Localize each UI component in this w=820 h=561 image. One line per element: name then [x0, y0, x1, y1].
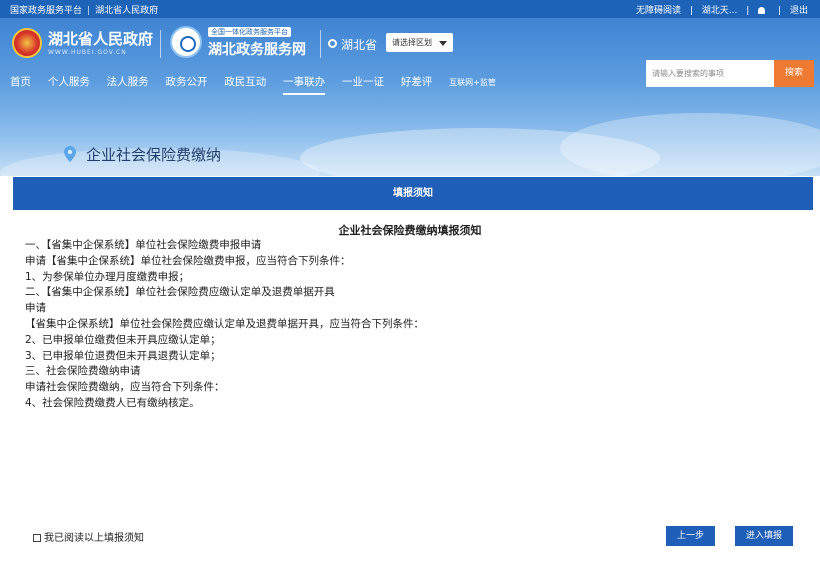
nav-item-home[interactable]: 首页 — [10, 74, 31, 93]
notice-line: 4、社会保险费缴费人已有缴纳核定。 — [25, 396, 200, 409]
gov-domain: WWW.HUBEI.GOV.CN — [48, 49, 127, 56]
nav-item-supervision[interactable]: 互联网+监管 — [449, 77, 496, 92]
nav-item-interaction[interactable]: 政民互动 — [224, 74, 266, 93]
prev-step-button[interactable]: 上一步 — [666, 526, 715, 546]
service-tag: 全国一体化政务服务平台 — [208, 27, 291, 37]
divider — [320, 30, 321, 58]
logout-link[interactable]: 退出 — [790, 6, 808, 16]
notification-bell-icon[interactable] — [758, 6, 769, 16]
separator: | — [87, 6, 91, 16]
national-platform-link[interactable]: 国家政务服务平台 — [10, 6, 82, 16]
notice-body: 一、【省集中企保系统】单位社会保险缴费申报申请 申请【省集中企保系统】单位社会保… — [25, 238, 805, 412]
top-links: 国家政务服务平台 | 湖北省人民政府 — [10, 3, 158, 16]
top-user-links: 无障碍阅读 | 湖北天... | | 退出 — [630, 3, 808, 16]
separator: | — [689, 6, 693, 16]
nav-item-one-thing[interactable]: 一事联办 — [283, 74, 326, 95]
notice-line: 3、已申报单位退费但未开具退费认定单； — [25, 349, 221, 362]
nav-item-one-license[interactable]: 一业一证 — [342, 74, 384, 93]
notice-line: 2、已申报单位缴费但未开具应缴认定单； — [25, 333, 221, 346]
notice-line: 三、社会保险费缴纳申请 — [25, 365, 141, 378]
notice-line: 申请 — [25, 302, 46, 315]
service-logo-icon[interactable] — [170, 26, 202, 58]
gov-title[interactable]: 湖北省人民政府 — [48, 28, 153, 49]
nav-item-gov-open[interactable]: 政务公开 — [165, 74, 207, 93]
notice-line: 二、【省集中企保系统】单位社会保险费应缴认定单及退费单据开具 — [25, 286, 335, 299]
user-link[interactable]: 湖北天... — [702, 6, 738, 16]
location-icon — [328, 39, 337, 48]
agree-label: 我已阅读以上填报须知 — [44, 533, 144, 544]
nav-item-personal[interactable]: 个人服务 — [48, 74, 90, 93]
checkbox-icon[interactable] — [33, 534, 41, 542]
enter-form-button[interactable]: 进入填报 — [735, 526, 793, 546]
notice-title: 企业社会保险费缴纳填报须知 — [338, 224, 482, 237]
search-button[interactable]: 搜索 — [774, 60, 814, 87]
current-location: 湖北省 — [341, 38, 378, 52]
search-input[interactable] — [646, 60, 774, 87]
national-emblem-icon[interactable] — [12, 28, 42, 58]
page-title: 企业社会保险费缴纳 — [86, 146, 222, 164]
background-cloud — [560, 113, 820, 176]
notice-line: 【省集中企保系统】单位社会保险费应缴认定单及退费单据开具，应当符合下列条件： — [25, 317, 424, 330]
chevron-down-icon — [439, 41, 447, 46]
location-pin-icon — [64, 146, 76, 162]
top-bar: 国家政务服务平台 | 湖北省人民政府 无障碍阅读 | 湖北天... | | 退出 — [0, 0, 820, 18]
notice-line: 申请【省集中企保系统】单位社会保险缴费申报，应当符合下列条件： — [25, 254, 351, 267]
notice-line: 一、【省集中企保系统】单位社会保险缴费申报申请 — [25, 239, 262, 251]
region-select[interactable]: 请选择区划 — [386, 33, 453, 52]
separator: | — [746, 6, 750, 16]
accessibility-link[interactable]: 无障碍阅读 — [636, 6, 681, 16]
region-select-label: 请选择区划 — [392, 38, 432, 47]
main-nav: 首页 个人服务 法人服务 政务公开 政民互动 一事联办 一业一证 好差评 互联网… — [10, 74, 509, 96]
divider — [160, 30, 161, 58]
nav-item-legal-person[interactable]: 法人服务 — [107, 74, 149, 93]
nav-item-rating[interactable]: 好差评 — [401, 74, 433, 93]
provincial-gov-link[interactable]: 湖北省人民政府 — [95, 6, 158, 16]
agree-checkbox[interactable]: 我已阅读以上填报须知 — [33, 529, 144, 544]
section-header: 填报须知 — [13, 177, 813, 210]
notice-line: 申请社会保险费缴纳，应当符合下列条件： — [25, 381, 225, 394]
site-header: 湖北省人民政府 WWW.HUBEI.GOV.CN 全国一体化政务服务平台 湖北政… — [0, 18, 820, 176]
notice-line: 1、为参保单位办理月度缴费申报； — [25, 270, 190, 283]
service-title[interactable]: 湖北政务服务网 — [208, 39, 306, 59]
separator: | — [778, 6, 782, 16]
